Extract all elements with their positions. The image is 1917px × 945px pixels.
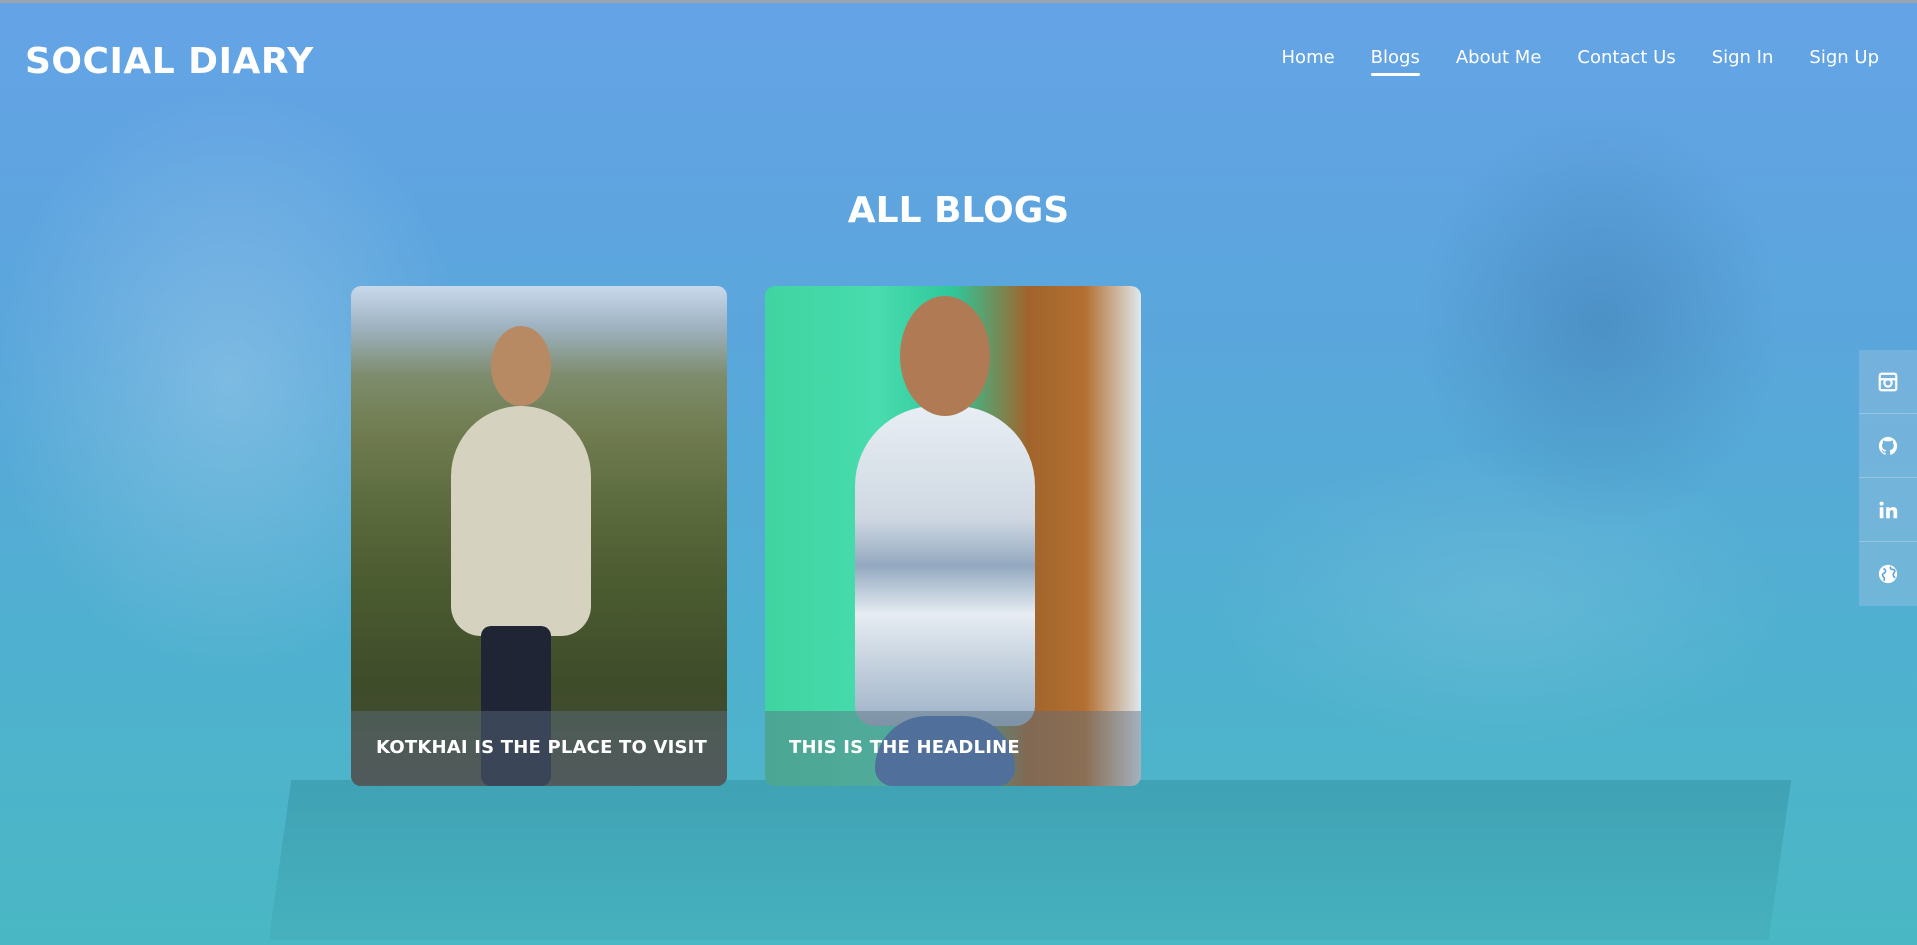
- background-table: [268, 780, 1792, 940]
- photo-person-body: [855, 406, 1035, 726]
- nav-about-me[interactable]: About Me: [1438, 47, 1560, 68]
- nav-sign-in[interactable]: Sign In: [1694, 47, 1792, 68]
- nav-sign-up[interactable]: Sign Up: [1791, 47, 1897, 68]
- photo-person-head: [900, 296, 990, 416]
- site-logo[interactable]: SOCIAL DIARY: [25, 41, 314, 82]
- linkedin-icon[interactable]: [1859, 478, 1917, 542]
- main-nav: Home Blogs About Me Contact Us Sign In S…: [1264, 47, 1897, 76]
- page-title: ALL BLOGS: [847, 190, 1070, 231]
- nav-home[interactable]: Home: [1264, 47, 1353, 68]
- social-sidebar: [1859, 350, 1917, 606]
- site-header: SOCIAL DIARY Home Blogs About Me Contact…: [0, 3, 1917, 113]
- blog-card[interactable]: THIS IS THE HEADLINE: [765, 286, 1141, 786]
- nav-blogs[interactable]: Blogs: [1353, 47, 1438, 76]
- instagram-icon[interactable]: [1859, 350, 1917, 414]
- nav-contact-us[interactable]: Contact Us: [1559, 47, 1693, 68]
- blog-card-title[interactable]: KOTKHAI IS THE PLACE TO VISIT: [376, 737, 707, 758]
- photo-person-body: [451, 406, 591, 636]
- github-icon[interactable]: [1859, 414, 1917, 478]
- blog-card-title[interactable]: THIS IS THE HEADLINE: [789, 737, 1020, 758]
- blog-card[interactable]: KOTKHAI IS THE PLACE TO VISIT: [351, 286, 727, 786]
- photo-person-head: [491, 326, 551, 406]
- globe-icon[interactable]: [1859, 542, 1917, 606]
